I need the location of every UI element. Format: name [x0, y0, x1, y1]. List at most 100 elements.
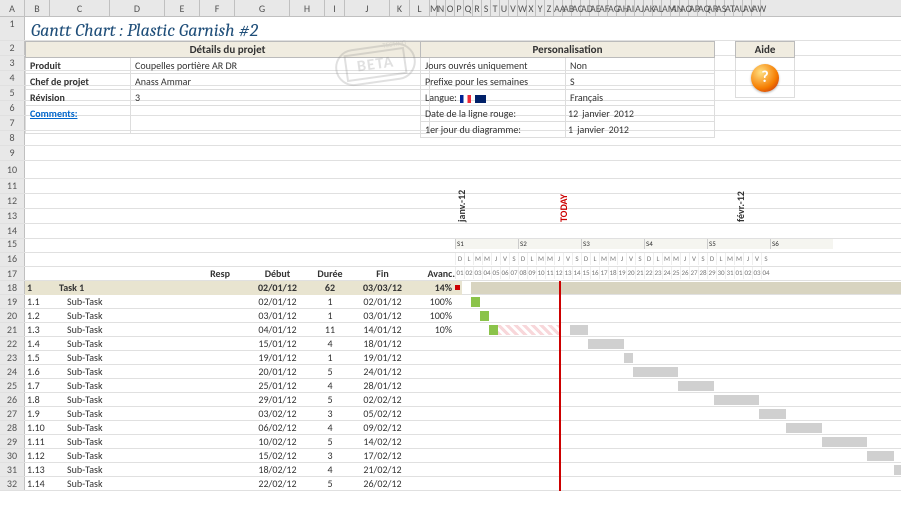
task-avanc[interactable]: [410, 421, 455, 435]
task-name[interactable]: Sub-Task: [55, 379, 190, 393]
task-debut[interactable]: 10/02/12: [250, 435, 305, 449]
task-debut[interactable]: 22/02/12: [250, 477, 305, 491]
row-number[interactable]: 30: [0, 449, 25, 462]
col-header[interactable]: D: [110, 0, 165, 16]
col-header[interactable]: AR: [707, 0, 716, 16]
col-header[interactable]: AK: [644, 0, 653, 16]
row-number[interactable]: 23: [0, 351, 25, 364]
task-fin[interactable]: 28/01/12: [355, 379, 410, 393]
task-fin[interactable]: 05/02/12: [355, 407, 410, 421]
row-number[interactable]: 5: [0, 86, 25, 100]
row-number[interactable]: 9: [0, 146, 25, 160]
task-fin[interactable]: 02/01/12: [355, 295, 410, 309]
row-number[interactable]: 4: [0, 71, 25, 85]
col-header[interactable]: Q: [464, 0, 473, 16]
task-name[interactable]: Sub-Task: [55, 309, 190, 323]
task-resp[interactable]: [190, 365, 250, 379]
task-id[interactable]: 1.8: [25, 393, 55, 407]
col-header[interactable]: T: [491, 0, 500, 16]
task-debut[interactable]: 06/02/12: [250, 421, 305, 435]
task-id[interactable]: 1.2: [25, 309, 55, 323]
row-number[interactable]: 19: [0, 295, 25, 308]
row-number[interactable]: 18: [0, 281, 25, 294]
task-name[interactable]: Sub-Task: [55, 393, 190, 407]
task-avanc[interactable]: [410, 449, 455, 463]
task-avanc[interactable]: [410, 379, 455, 393]
task-avanc[interactable]: 100%: [410, 309, 455, 323]
task-id[interactable]: 1.10: [25, 421, 55, 435]
col-header[interactable]: AE: [590, 0, 599, 16]
col-header[interactable]: AC: [572, 0, 581, 16]
row-number[interactable]: 6: [0, 101, 25, 115]
task-avanc[interactable]: [410, 463, 455, 477]
col-header[interactable]: AJ: [635, 0, 644, 16]
task-id[interactable]: 1.13: [25, 463, 55, 477]
task-debut[interactable]: 03/02/12: [250, 407, 305, 421]
col-header[interactable]: AA: [554, 0, 563, 16]
task-duree[interactable]: 3: [305, 449, 355, 463]
task-name[interactable]: Sub-Task: [55, 323, 190, 337]
col-header[interactable]: AF: [599, 0, 608, 16]
col-header[interactable]: E: [165, 0, 200, 16]
task-id[interactable]: 1.9: [25, 407, 55, 421]
task-avanc[interactable]: [410, 393, 455, 407]
row-number[interactable]: 1: [0, 17, 25, 40]
task-fin[interactable]: 17/02/12: [355, 449, 410, 463]
task-fin[interactable]: 14/02/12: [355, 435, 410, 449]
task-duree[interactable]: 5: [305, 435, 355, 449]
task-duree[interactable]: 4: [305, 337, 355, 351]
task-duree[interactable]: 4: [305, 421, 355, 435]
task-name[interactable]: Task 1: [55, 281, 190, 295]
col-header[interactable]: G: [235, 0, 290, 16]
col-header[interactable]: W: [518, 0, 527, 16]
col-header[interactable]: H: [290, 0, 325, 16]
col-header[interactable]: K: [390, 0, 410, 16]
task-avanc[interactable]: [410, 351, 455, 365]
task-id[interactable]: 1.12: [25, 449, 55, 463]
task-avanc[interactable]: [410, 477, 455, 491]
task-avanc[interactable]: [410, 407, 455, 421]
task-debut[interactable]: 04/01/12: [250, 323, 305, 337]
task-debut[interactable]: 20/01/12: [250, 365, 305, 379]
task-id[interactable]: 1: [25, 281, 55, 295]
col-header[interactable]: X: [527, 0, 536, 16]
row-number[interactable]: 29: [0, 435, 25, 448]
task-id[interactable]: 1.14: [25, 477, 55, 491]
task-resp[interactable]: [190, 323, 250, 337]
task-fin[interactable]: 18/01/12: [355, 337, 410, 351]
task-duree[interactable]: 4: [305, 463, 355, 477]
col-header[interactable]: AM: [662, 0, 671, 16]
task-duree[interactable]: 5: [305, 365, 355, 379]
col-header[interactable]: N: [437, 0, 446, 16]
task-resp[interactable]: [190, 463, 250, 477]
row-number[interactable]: 32: [0, 477, 25, 490]
col-header[interactable]: V: [509, 0, 518, 16]
task-fin[interactable]: 03/03/12: [355, 281, 410, 295]
task-debut[interactable]: 29/01/12: [250, 393, 305, 407]
task-resp[interactable]: [190, 281, 250, 295]
revision-value[interactable]: 3: [131, 90, 429, 105]
task-name[interactable]: Sub-Task: [55, 477, 190, 491]
col-header[interactable]: L: [410, 0, 430, 16]
redline-month[interactable]: janvier: [580, 106, 612, 121]
task-duree[interactable]: 3: [305, 407, 355, 421]
task-resp[interactable]: [190, 295, 250, 309]
col-header[interactable]: AH: [617, 0, 626, 16]
task-fin[interactable]: 24/01/12: [355, 365, 410, 379]
help-icon[interactable]: ?: [751, 64, 779, 92]
task-name[interactable]: Sub-Task: [55, 407, 190, 421]
row-number[interactable]: 10: [0, 161, 25, 178]
redline-year[interactable]: 2012: [612, 106, 636, 121]
task-debut[interactable]: 02/01/12: [250, 281, 305, 295]
col-header[interactable]: U: [500, 0, 509, 16]
col-header[interactable]: AB: [563, 0, 572, 16]
row-number[interactable]: 24: [0, 365, 25, 378]
task-debut[interactable]: 15/02/12: [250, 449, 305, 463]
column-headers[interactable]: ABCDEFGHIJKLMNOPQRSTUVWXYZAAABACADAEAFAG…: [0, 0, 901, 17]
row-number[interactable]: 3: [0, 56, 25, 70]
row-number[interactable]: 15: [0, 239, 25, 252]
col-header[interactable]: B: [25, 0, 50, 16]
task-debut[interactable]: 02/01/12: [250, 295, 305, 309]
row-number[interactable]: 26: [0, 393, 25, 406]
col-header[interactable]: J: [345, 0, 390, 16]
